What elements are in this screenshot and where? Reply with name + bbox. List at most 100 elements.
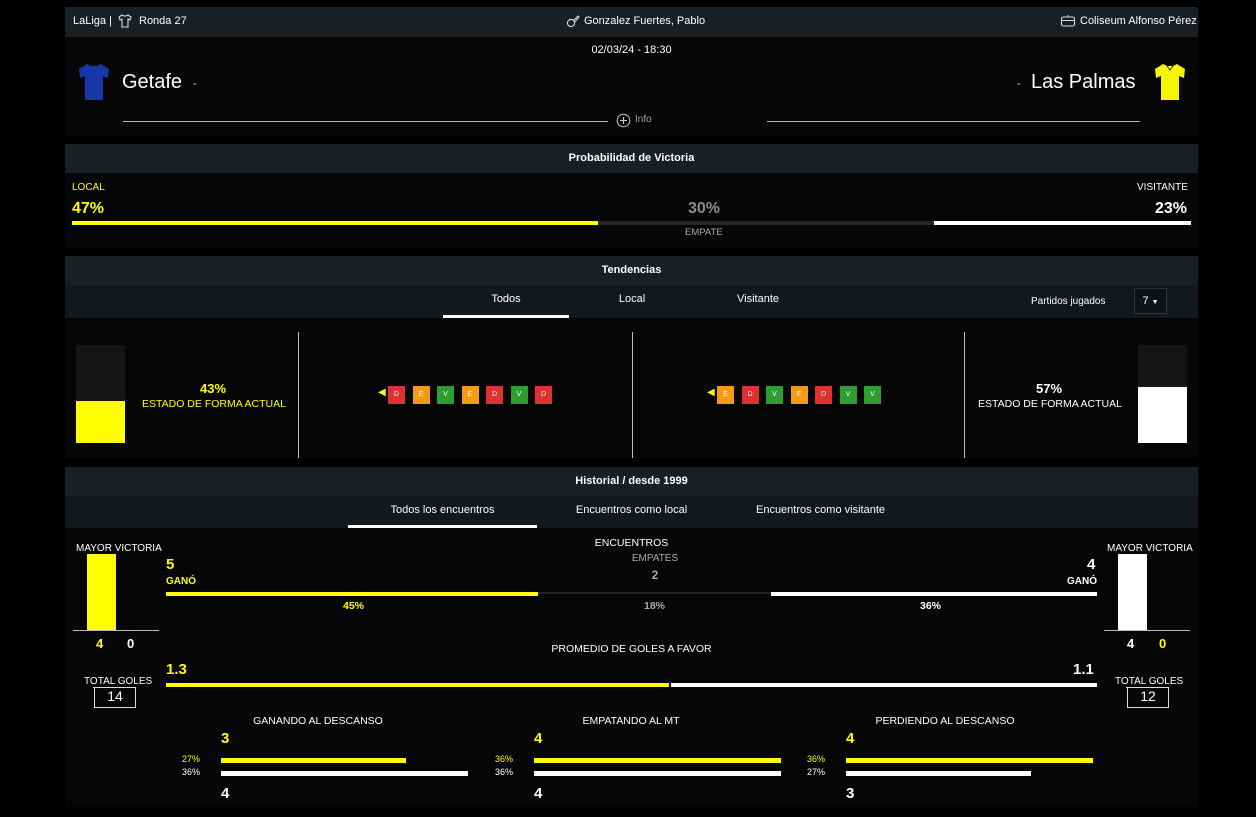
halftime-away-bar	[846, 771, 1031, 776]
local-probability-bar	[72, 221, 598, 225]
halftime-away-bar	[534, 771, 781, 776]
away-result[interactable]: V	[839, 386, 857, 404]
section-title: Tendencias	[65, 256, 1198, 285]
halftime-home-bar	[221, 758, 406, 763]
tab-home-encounters[interactable]: Encuentros como local	[537, 496, 726, 528]
match-datetime: 02/03/24 - 18:30	[591, 44, 672, 56]
history-tabbar: Todos los encuentros Encuentros como loc…	[65, 496, 1198, 528]
away-shirt-icon	[1153, 62, 1187, 105]
home-results: DEVEDVD	[388, 386, 568, 404]
tab-all-encounters[interactable]: Todos los encuentros	[348, 496, 537, 528]
away-wins: 4	[1087, 556, 1096, 573]
halftime-stats: GANANDO AL DESCANSO 3 27% 36% 4 EMPATANDO AL …	[65, 712, 1198, 807]
matches-played-select[interactable]: 7 ▼	[1134, 288, 1167, 314]
home-result[interactable]: E	[461, 386, 479, 404]
local-probability: 47%	[72, 200, 105, 217]
home-result[interactable]: D	[535, 386, 552, 404]
probability-bar	[72, 221, 1191, 226]
tab-away-encounters[interactable]: Encuentros como visitante	[726, 496, 915, 528]
away-biggest-win-bar	[1118, 554, 1147, 630]
away-form-gauge-fill	[1138, 387, 1187, 443]
info-toggle[interactable]: Info	[635, 114, 652, 125]
away-probability-bar	[934, 221, 1191, 225]
divider	[73, 630, 159, 631]
chevron-down-icon[interactable]: ⌄	[1015, 77, 1023, 88]
win-probability-section: Probabilidad de Victoria LOCAL 47% 30% E…	[65, 144, 1198, 248]
draw-probability-bar	[598, 221, 934, 225]
divider	[632, 332, 633, 458]
match-info-bar: LaLiga | Ronda 27 Gonzalez Fuertes, Pabl…	[65, 7, 1198, 37]
halftime-away-pct: 36%	[182, 767, 201, 777]
stadium-name: Coliseum Alfonso Pérez	[1080, 15, 1197, 27]
avg-goals-bar	[166, 683, 1097, 687]
draw-pct: 18%	[644, 600, 666, 612]
local-label: LOCAL	[72, 182, 105, 193]
divider	[1104, 630, 1190, 631]
home-avg-goals-bar	[166, 683, 669, 687]
stadium-icon	[1060, 13, 1076, 32]
home-biggest-win-bar	[87, 554, 116, 630]
draws-label: EMPATES	[631, 553, 679, 564]
chevron-down-icon[interactable]: ⌄	[191, 77, 199, 88]
arrow-left-icon: ◀	[378, 387, 386, 398]
away-results: EDVEDVV	[717, 386, 897, 404]
home-shirt-icon	[77, 62, 111, 105]
home-total-goals-label: TOTAL GOLES	[84, 676, 153, 687]
away-wins-bar	[771, 592, 1097, 596]
away-result[interactable]: D	[815, 386, 832, 404]
avg-goals-label: PROMEDIO DE GOLES A FAVOR	[551, 643, 712, 655]
home-form-pct: 43%	[200, 381, 227, 396]
home-result[interactable]: D	[388, 386, 405, 404]
home-result[interactable]: V	[437, 386, 454, 404]
halftime-home-bar	[846, 758, 1093, 763]
halftime-label: PERDIENDO AL DESCANSO	[875, 715, 1015, 727]
plus-circle-icon[interactable]	[616, 113, 631, 131]
tab-visitante[interactable]: Visitante	[695, 285, 821, 318]
home-total-goals: 14	[94, 687, 136, 708]
away-result[interactable]: V	[864, 386, 881, 404]
trends-section: Tendencias Todos Local Visitante Partido…	[65, 256, 1198, 458]
encounters-bar	[166, 592, 1097, 597]
away-total-goals-label: TOTAL GOLES	[1115, 676, 1184, 687]
away-team-name[interactable]: Las Palmas	[1031, 71, 1136, 94]
halftime-away-bar	[221, 771, 468, 776]
tab-todos[interactable]: Todos	[443, 285, 569, 318]
halftime-home-value: 4	[534, 730, 543, 747]
home-result[interactable]: V	[510, 386, 528, 404]
away-form-pct: 57%	[1036, 381, 1063, 396]
divider	[123, 121, 608, 122]
away-avg-goals: 1.1	[1073, 661, 1094, 678]
history-section: Historial / desde 1999 Todos los encuent…	[65, 467, 1198, 807]
home-won-label: GANÓ	[166, 576, 196, 587]
halftime-away-pct: 36%	[495, 767, 514, 777]
competition-label[interactable]: LaLiga |	[73, 15, 112, 27]
arrow-left-icon: ◀	[707, 387, 715, 398]
away-result[interactable]: E	[790, 386, 808, 404]
away-form-gauge	[1138, 345, 1187, 443]
match-header: 02/03/24 - 18:30 Getafe ⌄ ⌄ Las Palmas I…	[65, 37, 1198, 136]
section-title: Historial / desde 1999	[65, 467, 1198, 496]
section-title: Probabilidad de Victoria	[65, 144, 1198, 173]
referee-name: Gonzalez Fuertes, Pablo	[584, 15, 706, 27]
away-result[interactable]: E	[717, 386, 734, 404]
away-result[interactable]: D	[741, 386, 759, 404]
away-label: VISITANTE	[1137, 182, 1188, 193]
halftime-label: EMPATANDO AL MT	[582, 715, 680, 727]
home-team-name[interactable]: Getafe	[122, 71, 182, 94]
matches-played-value: 7	[1142, 295, 1149, 307]
away-probability: 23%	[1155, 200, 1188, 217]
home-result[interactable]: E	[412, 386, 430, 404]
tab-local[interactable]: Local	[569, 285, 695, 318]
divider	[767, 121, 1140, 122]
round-label[interactable]: Ronda 27	[139, 15, 187, 27]
away-result[interactable]: V	[766, 386, 783, 404]
halftime-away-value: 3	[846, 785, 855, 802]
halftime-home-pct: 27%	[182, 754, 201, 764]
caret-down-icon: ▼	[1151, 299, 1159, 306]
home-result[interactable]: D	[486, 386, 503, 404]
draw-probability: 30%	[688, 200, 721, 217]
away-form-label: ESTADO DE FORMA ACTUAL	[978, 398, 1122, 410]
halftime-home-value: 3	[221, 730, 230, 747]
encounters-label: ENCUENTROS	[594, 537, 669, 549]
halftime-away-pct: 27%	[807, 767, 826, 777]
